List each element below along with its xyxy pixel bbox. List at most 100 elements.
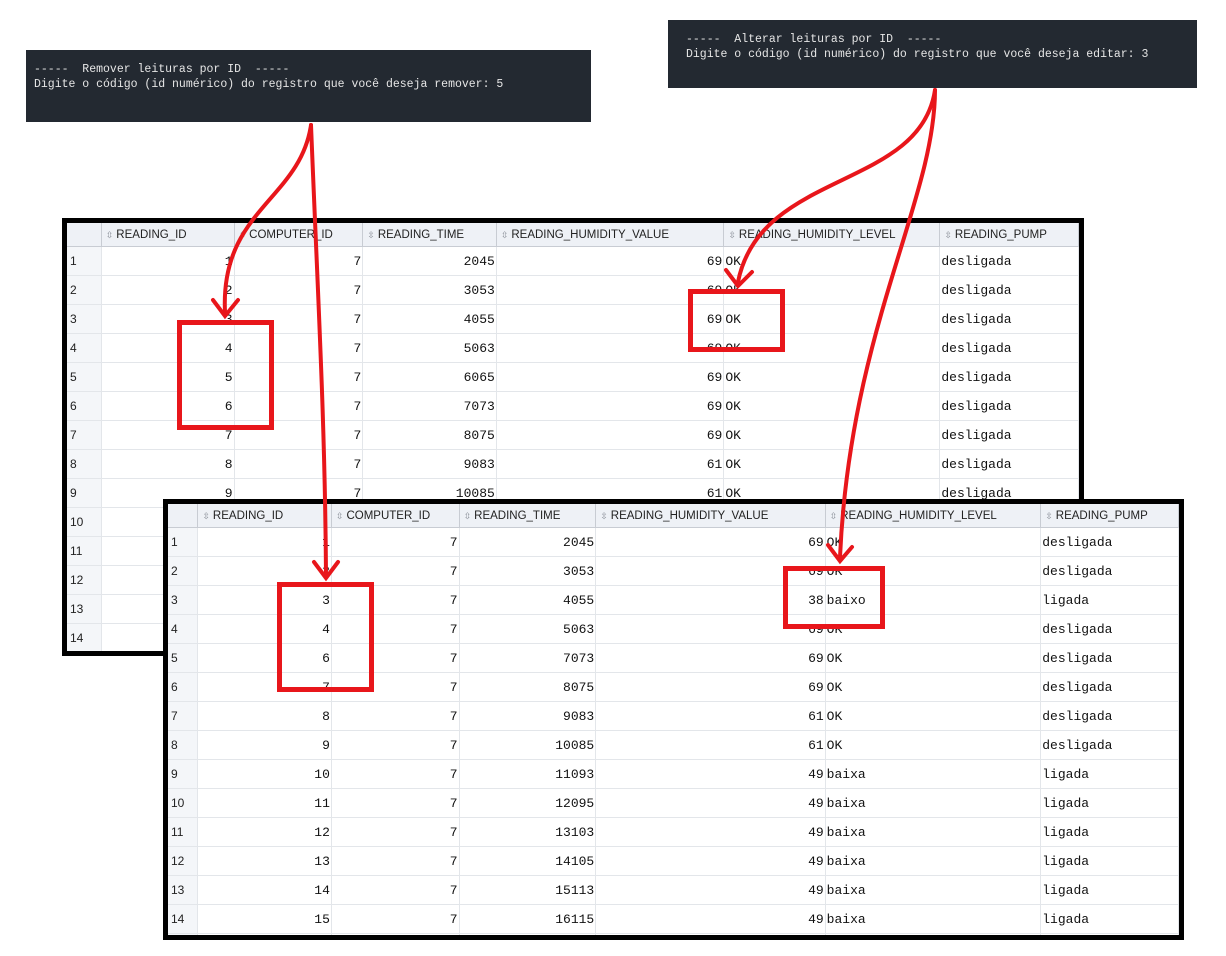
table-cell[interactable]: 49 [595,875,826,905]
table-cell[interactable]: ligada [1040,788,1179,818]
table-cell[interactable]: 69 [496,362,725,392]
table-cell[interactable]: 49 [595,846,826,876]
table-cell[interactable]: baixa [825,817,1042,847]
table-cell[interactable]: 12095 [459,788,597,818]
table-cell[interactable]: 8 [197,701,332,731]
table-cell[interactable]: 61 [595,701,826,731]
table-cell[interactable]: 1 [101,246,235,276]
table-row[interactable]: 8 8 7 9083 61 OK desligada [67,449,1079,479]
table-cell[interactable]: desligada [939,391,1079,421]
table-cell[interactable]: 7 [331,759,460,789]
column-header[interactable]: ⇳ COMPUTER_ID [234,223,364,247]
table-cell[interactable]: 15113 [459,875,597,905]
table-cell[interactable]: desligada [1040,527,1179,557]
sort-icon[interactable]: ⇳ [728,230,736,241]
sort-icon[interactable]: ⇳ [239,230,247,241]
table-cell[interactable]: 4055 [459,585,597,615]
table-cell[interactable]: 14105 [459,846,597,876]
table-cell[interactable]: baixa [825,875,1042,905]
column-header[interactable]: ⇳ COMPUTER_ID [331,504,460,528]
table-cell[interactable]: ligada [1040,904,1179,934]
column-header[interactable]: ⇳ READING_PUMP [939,223,1079,247]
table-cell[interactable]: OK [825,672,1042,702]
table-cell[interactable]: desligada [939,333,1079,363]
table-cell[interactable]: desligada [1040,730,1179,760]
table-row[interactable]: 10 11 7 12095 49 baixa ligada [168,788,1179,818]
table-cell[interactable]: 49 [595,788,826,818]
table-cell[interactable]: 2045 [362,246,497,276]
column-header[interactable]: ⇳ READING_PUMP [1040,504,1179,528]
table-cell[interactable]: desligada [939,420,1079,450]
table-cell[interactable]: desligada [1040,643,1179,673]
sort-icon[interactable]: ⇳ [464,511,472,522]
table-cell[interactable]: 7 [331,730,460,760]
table-cell[interactable]: baixa [825,846,1042,876]
table-cell[interactable]: OK [825,643,1042,673]
table-cell[interactable]: 61 [496,449,725,479]
table-row[interactable]: 1 1 7 2045 69 OK desligada [168,527,1179,557]
table-cell[interactable]: desligada [939,304,1079,334]
sort-icon[interactable]: ⇳ [106,230,114,241]
table-cell[interactable]: 8 [101,449,235,479]
table-row[interactable]: 7 8 7 9083 61 OK desligada [168,701,1179,731]
table-row[interactable]: 151671712360OKdesligada [168,933,1179,935]
table-cell[interactable]: OK [825,527,1042,557]
table-cell[interactable]: 9083 [459,701,597,731]
table-cell[interactable]: 16 [197,933,332,935]
table-cell[interactable]: 6065 [362,362,497,392]
table-cell[interactable]: 11093 [459,759,597,789]
table-cell[interactable]: ligada [1040,875,1179,905]
table-cell[interactable]: OK [723,449,941,479]
table-row[interactable]: 12 13 7 14105 49 baixa ligada [168,846,1179,876]
table-row[interactable]: 2 2 7 3053 69 OK desligada [67,275,1079,305]
column-header[interactable]: ⇳ READING_HUMIDITY_VALUE [595,504,826,528]
table-cell[interactable]: OK [723,362,941,392]
table-cell[interactable]: 13103 [459,817,597,847]
table-cell[interactable]: 10085 [459,730,597,760]
table-cell[interactable]: 69 [496,391,725,421]
table-cell[interactable]: 3053 [459,556,597,586]
table-row[interactable]: 11 12 7 13103 49 baixa ligada [168,817,1179,847]
table-cell[interactable]: 69 [595,643,826,673]
column-header[interactable]: ⇳ READING_ID [197,504,332,528]
table-cell[interactable]: 49 [595,817,826,847]
table-cell[interactable]: 7 [234,275,364,305]
table-cell[interactable]: OK [723,246,941,276]
column-header[interactable]: ⇳ READING_ID [101,223,235,247]
sort-icon[interactable]: ⇳ [830,511,838,522]
table-cell[interactable]: 2045 [459,527,597,557]
table-cell[interactable]: 60 [595,933,826,935]
table-row[interactable]: 13 14 7 15113 49 baixa ligada [168,875,1179,905]
table-cell[interactable]: 3053 [362,275,497,305]
table-cell[interactable]: 7 [331,933,460,935]
table-cell[interactable]: 12 [197,817,332,847]
table-cell[interactable]: 9 [197,730,332,760]
sort-icon[interactable]: ⇳ [336,511,344,522]
sort-icon[interactable]: ⇳ [367,230,375,241]
table-cell[interactable]: 4055 [362,304,497,334]
table-cell[interactable]: 11 [197,788,332,818]
table-cell[interactable]: desligada [939,246,1079,276]
table-cell[interactable]: 7 [331,875,460,905]
sort-icon[interactable]: ⇳ [1045,511,1053,522]
table-cell[interactable]: 9083 [362,449,497,479]
table-cell[interactable]: desligada [1040,672,1179,702]
table-cell[interactable]: desligada [939,449,1079,479]
sort-icon[interactable]: ⇳ [202,511,210,522]
table-cell[interactable]: 7 [331,846,460,876]
table-cell[interactable]: 69 [595,672,826,702]
table-cell[interactable]: 69 [595,527,826,557]
table-cell[interactable]: ligada [1040,585,1179,615]
table-cell[interactable]: desligada [939,362,1079,392]
sort-icon[interactable]: ⇳ [501,230,509,241]
table-cell[interactable]: 7 [331,904,460,934]
table-cell[interactable]: 49 [595,759,826,789]
table-cell[interactable]: 7 [331,701,460,731]
table-cell[interactable]: 16115 [459,904,597,934]
table-cell[interactable]: 7 [234,246,364,276]
table-cell[interactable]: 15 [197,904,332,934]
table-cell[interactable]: OK [723,420,941,450]
table-row[interactable]: 9 10 7 11093 49 baixa ligada [168,759,1179,789]
sort-icon[interactable]: ⇳ [600,511,608,522]
table-cell[interactable]: 14 [197,875,332,905]
